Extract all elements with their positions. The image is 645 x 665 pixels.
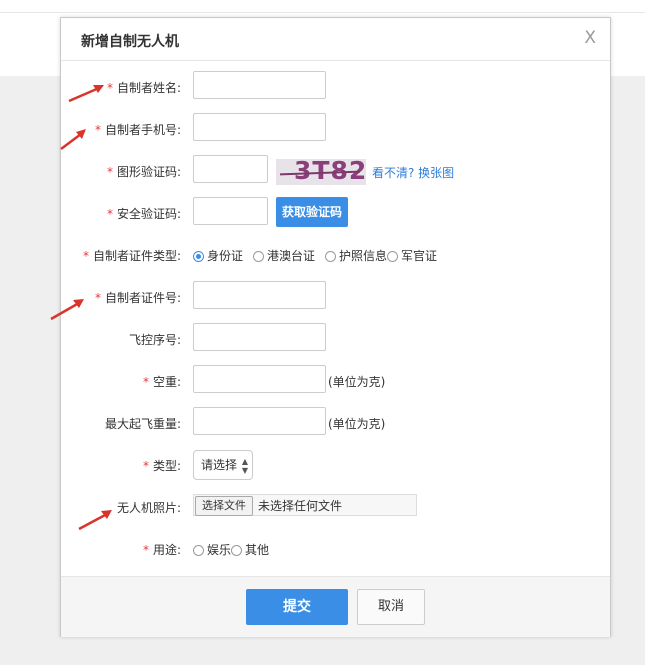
dialog-footer: 提交 取消 bbox=[61, 576, 610, 637]
type-label-text: 类型: bbox=[152, 459, 181, 473]
radio-checked-icon bbox=[193, 251, 204, 262]
name-label: * 自制者姓名: bbox=[106, 81, 181, 95]
radio-other[interactable]: 其他 bbox=[231, 541, 269, 558]
dialog-header: 新增自制无人机 X bbox=[61, 18, 610, 61]
radio-hk-macau-taiwan[interactable]: 港澳台证 bbox=[253, 247, 315, 264]
close-icon[interactable]: X bbox=[584, 28, 596, 48]
serial-label: 飞控序号: bbox=[128, 333, 181, 347]
sms-code-label: * 安全验证码: bbox=[106, 207, 181, 221]
add-drone-dialog: 新增自制无人机 X * 自制者姓名: * 自制者手机号: * 图形验证码: 3T82 … bbox=[60, 17, 611, 637]
id-type-radio-group: 身份证 港澳台证 护照信息 军官证 bbox=[193, 247, 447, 264]
id-number-input[interactable] bbox=[193, 281, 326, 309]
type-select-value: 请选择 bbox=[201, 458, 238, 472]
radio-other-label: 其他 bbox=[245, 543, 270, 557]
annotation-arrow-icon bbox=[60, 129, 86, 150]
captcha-label-text: 图形验证码: bbox=[116, 165, 181, 179]
name-label-text: 自制者姓名: bbox=[116, 81, 181, 95]
phone-label-text: 自制者手机号: bbox=[104, 123, 181, 137]
cancel-button[interactable]: 取消 bbox=[357, 589, 425, 625]
annotation-arrow-icon bbox=[68, 85, 104, 103]
radio-icon bbox=[253, 251, 265, 262]
type-label: * 类型: bbox=[142, 459, 181, 473]
captcha-label: * 图形验证码: bbox=[106, 165, 181, 179]
usage-label: * 用途: bbox=[142, 543, 181, 557]
empty-weight-label: * 空重: bbox=[142, 375, 181, 389]
empty-weight-input[interactable] bbox=[193, 365, 326, 393]
captcha-refresh-link[interactable]: 看不清? 换张图 bbox=[372, 164, 454, 181]
captcha-input[interactable] bbox=[193, 155, 268, 183]
radio-entertainment[interactable]: 娱乐 bbox=[193, 541, 231, 558]
serial-input[interactable] bbox=[193, 323, 326, 351]
max-takeoff-unit: (单位为克) bbox=[328, 417, 386, 431]
radio-hk-macau-taiwan-label: 港澳台证 bbox=[267, 249, 316, 263]
phone-input[interactable] bbox=[193, 113, 326, 141]
photo-label: 无人机照片: bbox=[116, 501, 181, 515]
id-type-label: * 自制者证件类型: bbox=[82, 249, 181, 263]
empty-weight-label-text: 空重: bbox=[152, 375, 181, 389]
id-number-label: * 自制者证件号: bbox=[94, 291, 181, 305]
dialog-title: 新增自制无人机 bbox=[81, 34, 179, 50]
radio-passport-label: 护照信息 bbox=[339, 249, 388, 263]
radio-icon bbox=[193, 545, 204, 556]
page-divider bbox=[0, 12, 645, 13]
id-number-label-text: 自制者证件号: bbox=[104, 291, 181, 305]
radio-military-id[interactable]: 军官证 bbox=[387, 247, 437, 264]
empty-weight-unit: (单位为克) bbox=[328, 375, 386, 389]
radio-passport[interactable]: 护照信息 bbox=[325, 247, 387, 264]
sms-code-input[interactable] bbox=[193, 197, 268, 225]
max-takeoff-input[interactable] bbox=[193, 407, 326, 435]
usage-radio-group: 娱乐 其他 bbox=[193, 541, 279, 558]
radio-icon bbox=[387, 251, 399, 262]
usage-label-text: 用途: bbox=[152, 543, 181, 557]
radio-military-id-label: 军官证 bbox=[401, 249, 438, 263]
get-code-button[interactable]: 获取验证码 bbox=[276, 197, 348, 227]
name-input[interactable] bbox=[193, 71, 326, 99]
type-select[interactable]: 请选择 ▲ ▼ bbox=[193, 450, 253, 480]
radio-id-card[interactable]: 身份证 bbox=[193, 247, 243, 264]
updown-arrow-icon: ▲ ▼ bbox=[241, 457, 248, 475]
annotation-arrow-icon bbox=[78, 510, 112, 531]
max-takeoff-label: 最大起飞重量: bbox=[104, 417, 181, 431]
radio-icon bbox=[325, 251, 337, 262]
sms-code-label-text: 安全验证码: bbox=[116, 207, 181, 221]
radio-id-card-label: 身份证 bbox=[207, 249, 244, 263]
radio-entertainment-label: 娱乐 bbox=[207, 543, 232, 557]
radio-icon bbox=[231, 545, 243, 556]
captcha-image[interactable]: 3T82 bbox=[276, 159, 366, 185]
annotation-arrow-icon bbox=[50, 299, 84, 321]
photo-file-input[interactable]: 选择文件 未选择任何文件 bbox=[193, 494, 417, 516]
phone-label: * 自制者手机号: bbox=[94, 123, 181, 137]
id-type-label-text: 自制者证件类型: bbox=[92, 249, 181, 263]
choose-file-button[interactable]: 选择文件 bbox=[195, 496, 253, 516]
submit-button[interactable]: 提交 bbox=[246, 589, 348, 625]
file-status-text: 未选择任何文件 bbox=[258, 499, 343, 513]
